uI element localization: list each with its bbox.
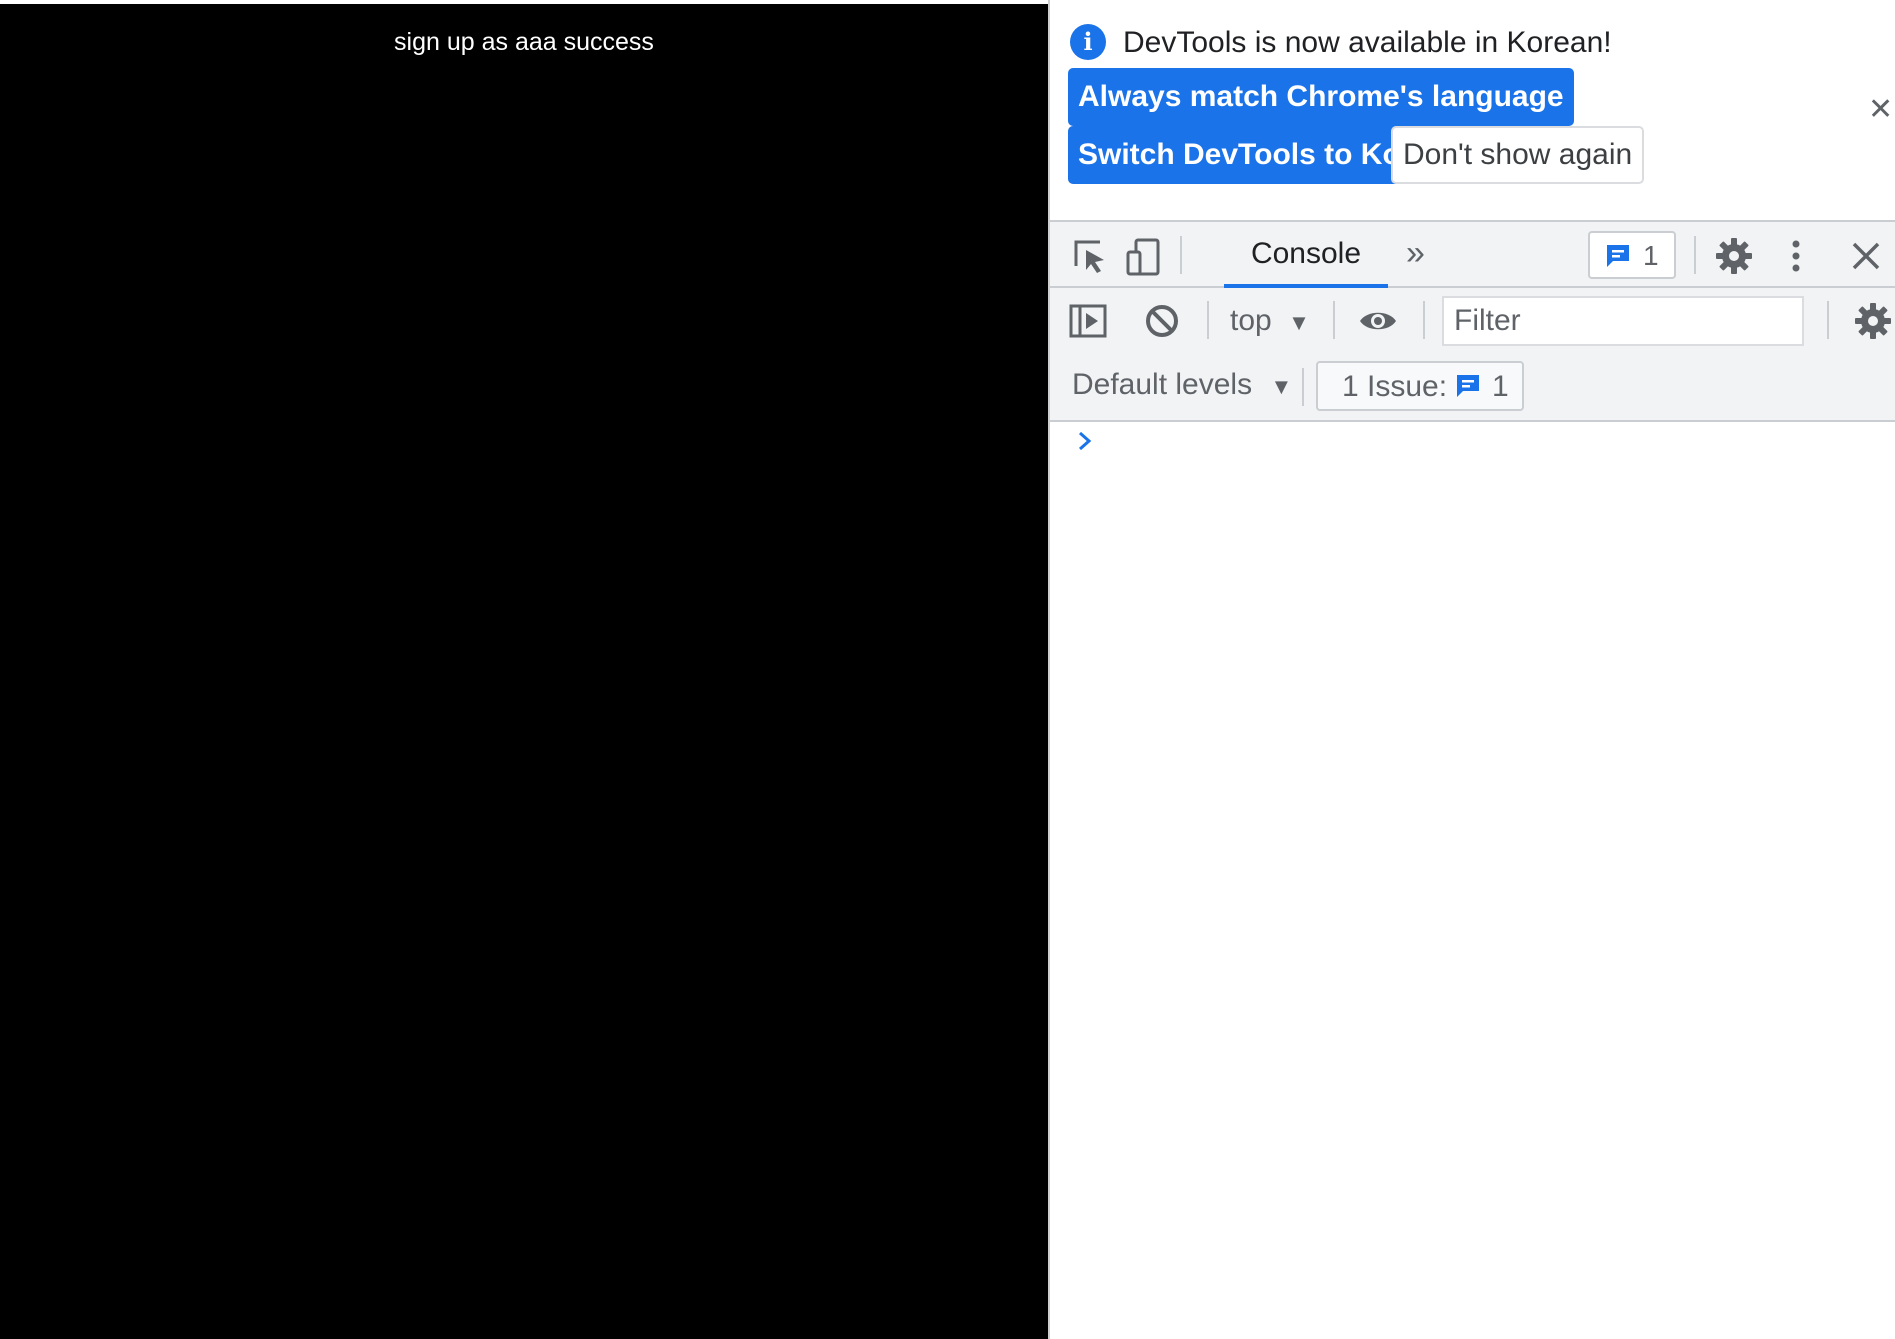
devtools-panel: i DevTools is now available in Korean! A… <box>1048 0 1895 1339</box>
toolbar-divider <box>1333 301 1335 339</box>
toolbar-divider <box>1423 301 1425 339</box>
context-selector[interactable]: top ▼ <box>1230 304 1310 338</box>
chevron-down-icon: ▼ <box>1288 310 1310 335</box>
chevron-down-icon: ▼ <box>1270 374 1293 399</box>
more-tabs-icon[interactable]: » <box>1406 234 1425 273</box>
close-icon[interactable] <box>1846 236 1886 276</box>
close-icon[interactable]: ✕ <box>1868 92 1893 127</box>
console-prompt-icon[interactable] <box>1076 430 1094 452</box>
language-infobar: i DevTools is now available in Korean! A… <box>1050 0 1895 220</box>
sidebar-toggle-icon[interactable] <box>1068 301 1108 341</box>
issues-count: 1 <box>1492 370 1509 403</box>
always-match-language-button[interactable]: Always match Chrome's language <box>1068 68 1574 126</box>
page-viewport: sign up as aaa success <box>0 0 1048 1339</box>
toolbar-divider <box>1827 301 1829 339</box>
info-icon: i <box>1070 24 1106 60</box>
toolbar-divider <box>1302 368 1304 406</box>
devtools-main-toolbar: Console » 1 <box>1050 220 1895 288</box>
issues-label: 1 Issue: <box>1342 370 1448 403</box>
toolbar-divider <box>1694 236 1696 274</box>
issues-icon <box>1607 245 1629 267</box>
issues-button[interactable]: 1 Issue: 1 <box>1316 361 1524 411</box>
issues-icon <box>1457 375 1479 397</box>
dont-show-again-button[interactable]: Don't show again <box>1391 126 1645 184</box>
console-toolbar: top ▼ Default levels ▼ <box>1050 288 1895 422</box>
filter-input[interactable] <box>1442 296 1804 346</box>
infobar-message: DevTools is now available in Korean! <box>1123 26 1612 59</box>
page-message: sign up as aaa success <box>394 28 654 56</box>
inspect-element-icon[interactable] <box>1070 236 1110 276</box>
kebab-menu-icon[interactable] <box>1776 236 1816 276</box>
tab-console[interactable]: Console <box>1224 222 1388 288</box>
issues-count: 1 <box>1643 240 1659 271</box>
live-expression-eye-icon[interactable] <box>1358 301 1398 341</box>
device-toolbar-icon[interactable] <box>1124 236 1164 276</box>
log-levels-dropdown[interactable]: Default levels ▼ <box>1072 368 1292 402</box>
toolbar-divider <box>1207 301 1209 339</box>
clear-console-icon[interactable] <box>1142 301 1182 341</box>
context-value: top <box>1230 304 1272 337</box>
console-settings-icon[interactable] <box>1853 301 1893 341</box>
issues-counter-button[interactable]: 1 <box>1588 231 1676 279</box>
log-levels-label: Default levels <box>1072 368 1253 401</box>
toolbar-divider <box>1180 236 1182 274</box>
settings-icon[interactable] <box>1714 236 1754 276</box>
